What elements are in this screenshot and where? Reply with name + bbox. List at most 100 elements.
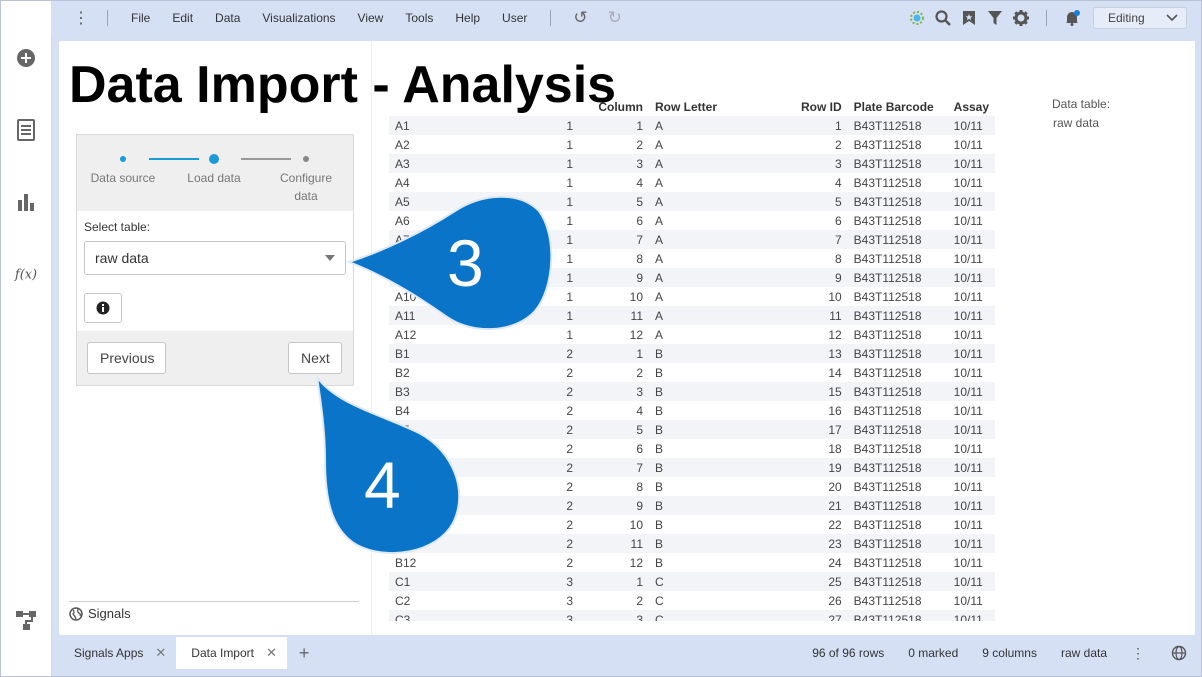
tab-data-import[interactable]: Data Import ✕ xyxy=(176,637,287,669)
globe-icon[interactable] xyxy=(1157,645,1201,661)
menu-user[interactable]: User xyxy=(491,11,538,25)
table-cell: 10 xyxy=(579,515,649,534)
step-label-data-source[interactable]: Data source xyxy=(83,169,163,187)
page-list-icon[interactable] xyxy=(14,118,38,142)
active-table-status[interactable]: raw data xyxy=(1049,646,1119,660)
table-cell: 10/11 xyxy=(947,306,996,325)
table-cell: A xyxy=(649,287,795,306)
column-header[interactable]: Row ID xyxy=(795,97,848,116)
table-cell: 2 xyxy=(549,496,579,515)
mode-dropdown[interactable]: Editing xyxy=(1093,7,1187,29)
table-row[interactable]: B4 2 4 B 16 B43T112518 10/11 xyxy=(389,401,996,420)
table-cell: 12 xyxy=(579,325,649,344)
info-button[interactable] xyxy=(84,293,122,323)
caret-down-icon xyxy=(325,255,335,261)
menu-tools[interactable]: Tools xyxy=(394,11,444,25)
table-row[interactable]: B11211B23B43T11251810/11 xyxy=(389,534,996,553)
kebab-menu-icon[interactable]: ⋮ xyxy=(67,8,95,28)
table-row[interactable]: A3 1 3 A 3 B43T112518 10/11 xyxy=(389,154,996,173)
table-cell: B43T112518 xyxy=(847,534,948,553)
table-row[interactable]: C2 3 2 C 26 B43T112518 10/11 xyxy=(389,591,996,610)
tab-signals-apps[interactable]: Signals Apps ✕ xyxy=(59,637,176,669)
table-cell: B43T112518 xyxy=(847,477,948,496)
svg-text:f(x): f(x) xyxy=(14,268,37,283)
filter-icon[interactable] xyxy=(982,10,1008,26)
page-title: Data Import - Analysis xyxy=(69,56,617,114)
bar-chart-icon[interactable] xyxy=(14,190,38,214)
table-cell: 2 xyxy=(549,401,579,420)
menu-divider xyxy=(550,10,552,26)
step-callout-3: 3 xyxy=(343,189,555,335)
table-row[interactable]: B929B21B43T11251810/11 xyxy=(389,496,996,515)
table-row[interactable]: B10210B22B43T11251810/11 xyxy=(389,515,996,534)
table-cell: 15 xyxy=(795,382,848,401)
menu-help[interactable]: Help xyxy=(444,11,491,25)
table-cell: B1 xyxy=(389,344,549,363)
status-menu-icon[interactable]: ⋮ xyxy=(1119,645,1157,662)
table-cell: B xyxy=(649,477,795,496)
menu-data[interactable]: Data xyxy=(204,11,251,25)
fx-icon[interactable]: f(x) xyxy=(14,262,38,286)
table-cell: 7 xyxy=(795,230,848,249)
table-row[interactable]: C1 3 1 C 25 B43T112518 10/11 xyxy=(389,572,996,591)
step-label-configure-data[interactable]: Configure data xyxy=(267,169,345,205)
table-row[interactable]: B12 2 12 B 24 B43T112518 10/11 xyxy=(389,553,996,572)
table-cell: 2 xyxy=(549,534,579,553)
table-cell: A xyxy=(649,116,795,135)
bottom-tab-bar: Signals Apps ✕ Data Import ✕ + 96 of 96 … xyxy=(59,637,1201,669)
close-icon[interactable]: ✕ xyxy=(155,645,166,661)
next-button[interactable]: Next xyxy=(288,342,342,374)
signals-footer[interactable]: Signals xyxy=(69,601,359,621)
bookmark-icon[interactable] xyxy=(956,10,982,26)
column-header[interactable]: Plate Barcode xyxy=(848,97,948,116)
close-icon[interactable]: ✕ xyxy=(266,645,277,661)
table-row[interactable]: B828B20B43T11251810/11 xyxy=(389,477,996,496)
table-cell: 3 xyxy=(549,572,579,591)
undo-icon[interactable]: ↺ xyxy=(563,8,597,28)
table-cell: 8 xyxy=(579,477,649,496)
table-row[interactable]: A2 1 2 A 2 B43T112518 10/11 xyxy=(389,135,996,154)
menu-edit[interactable]: Edit xyxy=(161,11,204,25)
add-tab-icon[interactable]: + xyxy=(287,643,322,664)
table-cell: B43T112518 xyxy=(847,249,948,268)
table-row[interactable]: B3 2 3 B 15 B43T112518 10/11 xyxy=(389,382,996,401)
table-cell: 10/11 xyxy=(947,230,996,249)
step-dot-load-data xyxy=(209,154,219,164)
menu-visualizations[interactable]: Visualizations xyxy=(251,11,346,25)
add-circle-icon[interactable] xyxy=(14,46,38,70)
search-icon[interactable] xyxy=(930,10,956,26)
table-cell: A xyxy=(649,268,795,287)
table-cell: 10 xyxy=(795,287,848,306)
gear-icon[interactable] xyxy=(1008,10,1034,26)
table-row[interactable]: B2 2 2 B 14 B43T112518 10/11 xyxy=(389,363,996,382)
table-row[interactable]: A1 1 1 A 1 B43T112518 10/11 xyxy=(389,116,996,135)
data-flow-icon[interactable] xyxy=(14,608,38,632)
page-canvas: Column Row Letter Row ID Plate Barcode Assay… xyxy=(59,41,1195,635)
table-row[interactable]: C3 3 3 C 27 B43T112518 10/11 xyxy=(389,610,996,621)
column-header[interactable]: Row Letter xyxy=(649,97,795,116)
menu-file[interactable]: File xyxy=(120,11,161,25)
table-cell: A1 xyxy=(389,116,549,135)
table-row[interactable]: B727B19B43T11251810/11 xyxy=(389,458,996,477)
bell-icon[interactable] xyxy=(1059,10,1085,26)
table-cell: B43T112518 xyxy=(847,458,948,477)
data-table[interactable]: Column Row Letter Row ID Plate Barcode Assay… xyxy=(389,97,1027,621)
table-select[interactable]: raw data xyxy=(84,241,346,275)
step-label-load-data[interactable]: Load data xyxy=(174,169,254,187)
table-cell: A xyxy=(649,192,795,211)
table-cell: 3 xyxy=(579,610,649,621)
table-row[interactable]: B1 2 1 B 13 B43T112518 10/11 xyxy=(389,344,996,363)
table-cell: 10/11 xyxy=(947,192,996,211)
table-row[interactable]: B525B17B43T11251810/11 xyxy=(389,420,996,439)
menu-view[interactable]: View xyxy=(347,11,395,25)
previous-button[interactable]: Previous xyxy=(87,342,166,374)
ai-sparkle-icon[interactable] xyxy=(904,10,930,26)
table-row[interactable]: B626B18B43T11251810/11 xyxy=(389,439,996,458)
column-header[interactable]: Assay xyxy=(948,97,995,116)
table-cell: B43T112518 xyxy=(847,211,948,230)
table-cell: A xyxy=(649,249,795,268)
marked-count-status: 0 marked xyxy=(908,646,959,660)
redo-icon[interactable]: ↻ xyxy=(598,8,632,28)
table-cell: 2 xyxy=(549,382,579,401)
table-cell: C1 xyxy=(389,572,549,591)
